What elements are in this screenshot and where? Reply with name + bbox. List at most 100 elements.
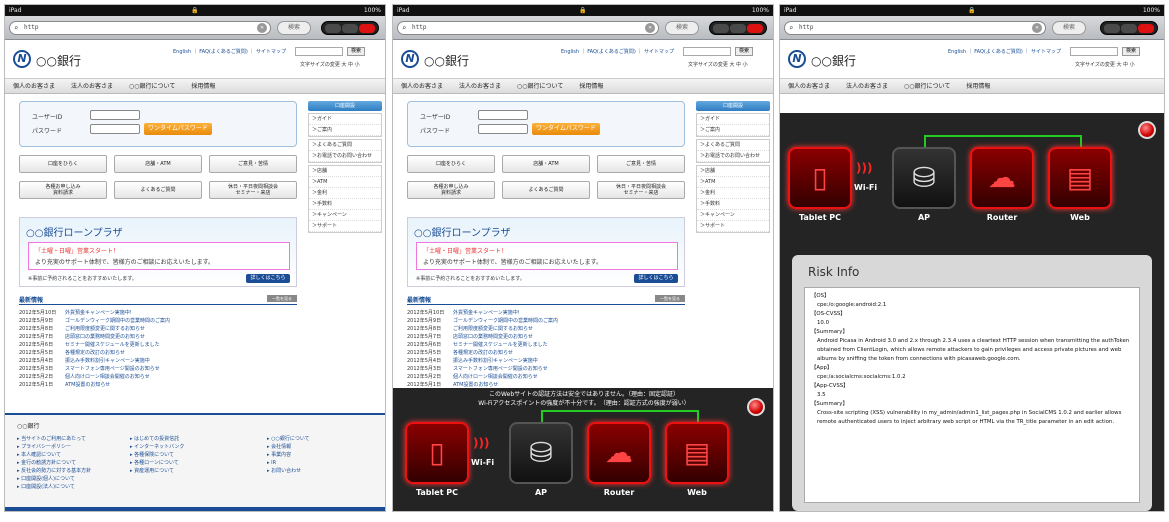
- news-item[interactable]: 2012年5月10日 外貨預金キャンペーン実施中!: [407, 309, 685, 317]
- security-toggle[interactable]: [1100, 21, 1158, 35]
- side-link[interactable]: ＞よくあるご質問: [309, 140, 381, 151]
- search-button[interactable]: 検索: [277, 21, 311, 35]
- bank-name[interactable]: ○○銀行: [36, 52, 81, 69]
- news-all-button[interactable]: 一覧を見る: [655, 295, 685, 302]
- side-link[interactable]: ＞サポート: [697, 221, 769, 232]
- footer-link[interactable]: ▸ プライバシーポリシー: [17, 443, 91, 451]
- news-link[interactable]: 振込み手数料割引キャンペーン実施中: [453, 358, 538, 364]
- side-link[interactable]: ＞お電話でのお問い合わせ: [697, 151, 769, 162]
- nav-tab[interactable]: 採用情報: [183, 79, 223, 94]
- bank-logo-icon[interactable]: N: [401, 50, 419, 68]
- clear-icon[interactable]: ✕: [645, 23, 655, 33]
- nav-tab[interactable]: 採用情報: [958, 79, 998, 94]
- news-item[interactable]: 2012年5月8日 ご利用限度額変更に関するお知らせ: [407, 325, 685, 333]
- side-link[interactable]: ＞ATM: [697, 177, 769, 188]
- address-bar[interactable]: ⌕ http ✕: [397, 21, 659, 35]
- footer-link[interactable]: ▸ 資産運用について: [130, 467, 184, 475]
- quick-button[interactable]: 休日・平日夜間相談会 セミナー・来店: [597, 181, 685, 199]
- quick-button[interactable]: 口座をひらく: [407, 155, 495, 173]
- news-link[interactable]: 店頭窓口の業務時間変更のお知らせ: [65, 334, 145, 340]
- quick-button[interactable]: 各種お申し込み 資料請求: [407, 181, 495, 199]
- news-link[interactable]: ATM設置のお知らせ: [65, 382, 110, 388]
- quick-button[interactable]: 口座をひらく: [19, 155, 107, 173]
- news-item[interactable]: 2012年5月4日 振込み手数料割引キャンペーン実施中: [19, 357, 297, 365]
- account-open-header[interactable]: 口座開設: [696, 101, 770, 111]
- site-search-button[interactable]: 検索: [1122, 47, 1140, 56]
- footer-link[interactable]: ▸ IR: [267, 459, 310, 467]
- nav-tab[interactable]: ○○銀行について: [121, 79, 183, 94]
- news-link[interactable]: ゴールデンウィーク期間中の営業時間のご案内: [65, 318, 170, 324]
- quick-button[interactable]: ご意見・苦情: [597, 155, 685, 173]
- news-link[interactable]: ゴールデンウィーク期間中の営業時間のご案内: [453, 318, 558, 324]
- news-item[interactable]: 2012年5月4日 振込み手数料割引キャンペーン実施中: [407, 357, 685, 365]
- site-search-input[interactable]: [295, 47, 343, 56]
- side-link[interactable]: ＞店舗: [697, 166, 769, 177]
- nav-tab[interactable]: 法人のお客さま: [838, 79, 896, 94]
- news-link[interactable]: スマートフォン専用ページ開設のお知らせ: [453, 366, 548, 372]
- bank-name[interactable]: ○○銀行: [811, 52, 856, 69]
- news-item[interactable]: 2012年5月3日 スマートフォン専用ページ開設のお知らせ: [19, 365, 297, 373]
- account-open-header[interactable]: 口座開設: [308, 101, 382, 111]
- news-link[interactable]: 各種規定の改訂のお知らせ: [453, 350, 513, 356]
- news-link[interactable]: 個人向けローン相談会開催のお知らせ: [453, 374, 538, 380]
- nav-tab[interactable]: 個人のお客さま: [780, 79, 838, 94]
- tablet-icon[interactable]: ▯: [405, 422, 469, 484]
- side-link[interactable]: ＞店舗: [309, 166, 381, 177]
- news-link[interactable]: 外貨預金キャンペーン実施中!: [65, 310, 132, 316]
- news-item[interactable]: 2012年5月9日 ゴールデンウィーク期間中の営業時間のご案内: [407, 317, 685, 325]
- footer-link[interactable]: ▸ インターネットバンク: [130, 443, 184, 451]
- footer-link[interactable]: ▸ 当サイトのご利用にあたって: [17, 435, 91, 443]
- side-link[interactable]: ＞サポート: [309, 221, 381, 232]
- router-icon[interactable]: ☁: [970, 147, 1034, 209]
- nav-tab[interactable]: ○○銀行について: [509, 79, 571, 94]
- news-item[interactable]: 2012年5月6日 セミナー開催スケジュールを更新しました: [407, 341, 685, 349]
- news-item[interactable]: 2012年5月7日 店頭窓口の業務時間変更のお知らせ: [407, 333, 685, 341]
- news-link[interactable]: 振込み手数料割引キャンペーン実施中: [65, 358, 150, 364]
- security-toggle[interactable]: [709, 21, 767, 35]
- quick-button[interactable]: ご意見・苦情: [209, 155, 297, 173]
- one-time-password-button[interactable]: ワンタイムパスワード: [532, 123, 600, 135]
- side-link[interactable]: ＞金利: [309, 188, 381, 199]
- side-link[interactable]: ＞ガイド: [309, 114, 381, 125]
- side-link[interactable]: ＞キャンペーン: [309, 210, 381, 221]
- close-button[interactable]: [1138, 121, 1156, 139]
- news-item[interactable]: 2012年5月3日 スマートフォン専用ページ開設のお知らせ: [407, 365, 685, 373]
- footer-link[interactable]: ▸ 本人確認について: [17, 451, 91, 459]
- search-button[interactable]: 検索: [665, 21, 699, 35]
- footer-link[interactable]: ▸ 口座開設(個人)について: [17, 475, 91, 483]
- site-search-button[interactable]: 検索: [347, 47, 365, 56]
- side-link[interactable]: ＞お電話でのお問い合わせ: [309, 151, 381, 162]
- news-link[interactable]: 店頭窓口の業務時間変更のお知らせ: [453, 334, 533, 340]
- footer-link[interactable]: ▸ お問い合わせ: [267, 467, 310, 475]
- side-link[interactable]: ＞ガイド: [697, 114, 769, 125]
- bank-logo-icon[interactable]: N: [788, 50, 806, 68]
- search-button[interactable]: 検索: [1052, 21, 1086, 35]
- nav-tab[interactable]: ○○銀行について: [896, 79, 958, 94]
- news-link[interactable]: セミナー開催スケジュールを更新しました: [65, 342, 160, 348]
- password-input[interactable]: [90, 124, 140, 134]
- side-link[interactable]: ＞ご案内: [697, 125, 769, 136]
- tablet-icon[interactable]: ▯: [788, 147, 852, 209]
- footer-link[interactable]: ▸ 事業内容: [267, 451, 310, 459]
- news-link[interactable]: 外貨預金キャンペーン実施中!: [453, 310, 520, 316]
- security-toggle[interactable]: [321, 21, 379, 35]
- news-item[interactable]: 2012年5月8日 ご利用限度額変更に関するお知らせ: [19, 325, 297, 333]
- footer-link[interactable]: ▸ 反社会的勢力に対する基本方針: [17, 467, 91, 475]
- news-link[interactable]: ご利用限度額変更に関するお知らせ: [453, 326, 533, 332]
- font-size-control[interactable]: 文字サイズの変更 大 中 小: [300, 61, 360, 68]
- site-search-input[interactable]: [1070, 47, 1118, 56]
- news-item[interactable]: 2012年5月2日 個人向けローン相談会開催のお知らせ: [407, 373, 685, 381]
- router-ap-icon[interactable]: ⛁: [509, 422, 573, 484]
- router-ap-icon[interactable]: ⛁: [892, 147, 956, 209]
- quick-button[interactable]: よくあるご質問: [502, 181, 590, 199]
- side-link[interactable]: ＞金利: [697, 188, 769, 199]
- site-search-input[interactable]: [683, 47, 731, 56]
- address-bar[interactable]: ⌕ http ✕: [784, 21, 1046, 35]
- risk-details[interactable]: 【OS】 cpe:/o:google:android:2.1 【OS-CVSS】 10…: [804, 287, 1140, 503]
- news-item[interactable]: 2012年5月5日 各種規定の改訂のお知らせ: [19, 349, 297, 357]
- nav-tab[interactable]: 個人のお客さま: [5, 79, 63, 94]
- news-link[interactable]: 各種規定の改訂のお知らせ: [65, 350, 125, 356]
- nav-tab[interactable]: 個人のお客さま: [393, 79, 451, 94]
- details-button[interactable]: 詳しくはこちら: [634, 274, 678, 283]
- router-icon[interactable]: ☁: [587, 422, 651, 484]
